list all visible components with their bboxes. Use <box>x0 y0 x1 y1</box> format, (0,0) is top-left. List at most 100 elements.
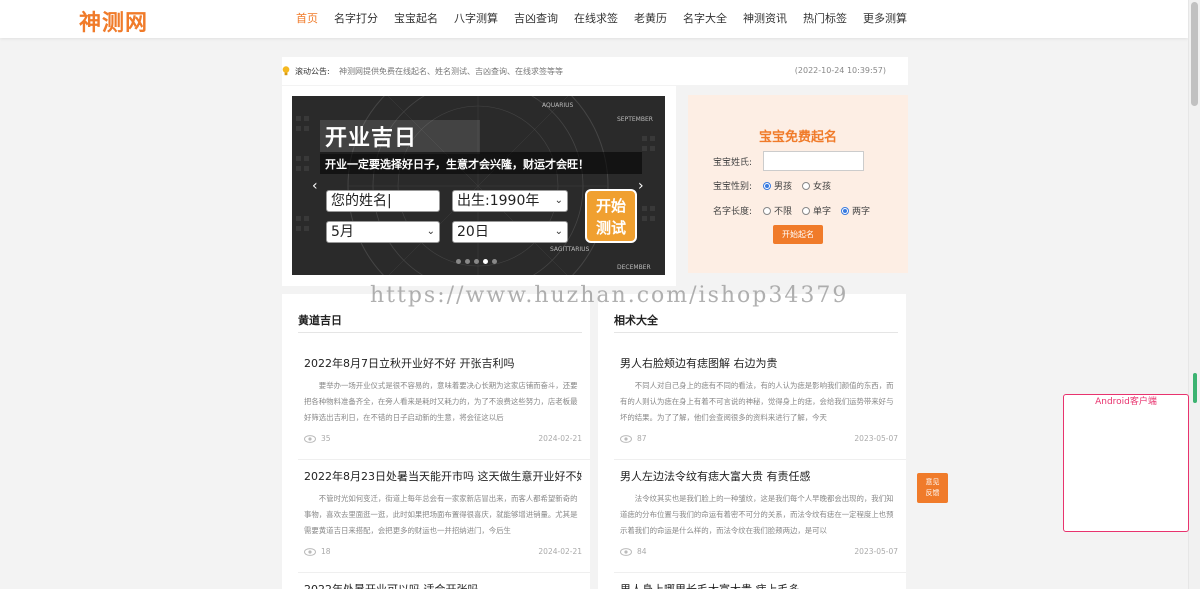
carousel-prev-icon[interactable]: ‹ <box>312 178 318 194</box>
article-item[interactable]: 男人右脸颊边有痣图解 右边为贵 不同人对自己身上的痣有不同的看法，有的人认为痣是… <box>614 355 906 460</box>
gender-radio-girl[interactable]: 女孩 <box>802 179 831 192</box>
surname-input[interactable] <box>763 151 864 171</box>
article-item[interactable]: 2022年8月23日处暑当天能开市吗 这天做生意开业好不好 不管时光如何变迁，街… <box>298 468 590 573</box>
view-count: 84 <box>637 547 647 556</box>
divider <box>614 332 898 333</box>
eye-icon <box>620 435 632 443</box>
start-naming-button[interactable]: 开始起名 <box>773 225 823 244</box>
form-title: 宝宝免费起名 <box>758 130 837 145</box>
watermark-text: https://www.huzhan.com/ishop34379 <box>370 283 849 308</box>
android-client-panel[interactable]: Android客户端 <box>1063 394 1189 532</box>
length-label: 名字长度: <box>713 207 753 217</box>
article-excerpt: 不同人对自己身上的痣有不同的看法，有的人认为痣是影响我们颜值的东西，而有的人则认… <box>620 381 894 422</box>
gender-option-label: 女孩 <box>813 182 832 192</box>
radio-icon <box>763 206 771 215</box>
announcement-bar: 滚动公告: 神测网提供免费在线起名、姓名测试、吉凶查询、在线求签等等 (2022… <box>282 57 908 85</box>
banner-title: 开业吉日 <box>325 126 418 151</box>
carousel-dots <box>456 259 497 264</box>
nav-item-online-lot[interactable]: 在线求签 <box>566 0 626 38</box>
length-option-label: 两字 <box>852 207 871 217</box>
article-meta: 35 2024-02-21 <box>304 434 582 446</box>
month-label: SAGITTARIUS <box>550 246 590 253</box>
baby-naming-form: 宝宝免费起名 宝宝姓氏: 宝宝性别: 男孩 女孩 名字长度: 不限 单字 两字 … <box>688 95 908 273</box>
gender-row: 宝宝性别: 男孩 女孩 <box>713 179 841 192</box>
page-scrollbar[interactable] <box>1188 0 1200 589</box>
article-title[interactable]: 2022年8月7日立秋开业好不好 开张吉利吗 <box>304 355 582 371</box>
divider <box>298 572 590 573</box>
nav-item-bazi[interactable]: 八字测算 <box>446 0 506 38</box>
banner-name-field[interactable]: 您的姓名| <box>326 190 440 212</box>
scrollbar-thumb[interactable] <box>1191 2 1198 106</box>
gender-option-label: 男孩 <box>774 182 793 192</box>
banner-birth-value: 出生:1990年 <box>457 193 540 209</box>
article-title[interactable]: 男人右脸颊边有痣图解 右边为贵 <box>620 355 898 371</box>
auspicious-days-panel: 黄道吉日 2022年8月7日立秋开业好不好 开张吉利吗 要举办一场开业仪式是很不… <box>282 294 590 589</box>
nav-item-more[interactable]: 更多测算 <box>855 0 915 38</box>
article-item[interactable]: 男人左边法令纹有痣大富大贵 有责任感 法令纹其实也是我们脸上的一种皱纹，这是我们… <box>614 468 906 573</box>
banner-carousel[interactable]: SEPTEMBER DECEMBER SAGITTARIUS AQUARIUS … <box>292 96 665 275</box>
nav-item-baby-naming[interactable]: 宝宝起名 <box>386 0 446 38</box>
nav-item-news[interactable]: 神测资讯 <box>735 0 795 38</box>
article-title[interactable]: 男人左边法令纹有痣大富大贵 有责任感 <box>620 468 898 484</box>
banner-day-select[interactable]: 20日 ⌄ <box>452 221 568 243</box>
nav-item-name-score[interactable]: 名字打分 <box>326 0 386 38</box>
article-item[interactable]: 2022年8月7日立秋开业好不好 开张吉利吗 要举办一场开业仪式是很不容易的，意… <box>298 355 590 460</box>
month-label: DECEMBER <box>617 264 651 271</box>
gender-label: 宝宝性别: <box>713 182 753 192</box>
eye-icon <box>304 435 316 443</box>
length-option-label: 单字 <box>813 207 832 217</box>
divider <box>298 459 590 460</box>
carousel-dot[interactable] <box>465 259 470 264</box>
carousel-dot[interactable] <box>483 259 488 264</box>
article-meta: 84 2023-05-07 <box>620 547 898 559</box>
article-date: 2023-05-07 <box>854 547 898 556</box>
surname-label: 宝宝姓氏: <box>713 157 753 168</box>
article-title[interactable]: 2022年8月23日处暑当天能开市吗 这天做生意开业好不好 <box>304 468 582 484</box>
chevron-down-icon: ⌄ <box>426 226 435 237</box>
article-date: 2023-05-07 <box>854 434 898 443</box>
article-meta: 18 2024-02-21 <box>304 547 582 559</box>
radio-icon <box>802 181 811 190</box>
length-option-label: 不限 <box>774 207 793 217</box>
site-logo[interactable]: 神测网 <box>79 5 148 37</box>
banner-month-select[interactable]: 5月 ⌄ <box>326 221 440 243</box>
banner-container: SEPTEMBER DECEMBER SAGITTARIUS AQUARIUS … <box>282 86 676 286</box>
carousel-dot[interactable] <box>474 259 479 264</box>
gender-radio-boy[interactable]: 男孩 <box>763 179 792 192</box>
length-radio-single[interactable]: 单字 <box>802 204 831 217</box>
banner-subtitle: 开业一定要选择好日子，生意才会兴隆，财运才会旺！ <box>325 158 589 171</box>
radio-icon <box>763 181 771 190</box>
feedback-label-line2: 反馈 <box>925 489 940 497</box>
nav-item-home[interactable]: 首页 <box>288 0 326 38</box>
article-excerpt: 要举办一场开业仪式是很不容易的，意味着要决心长期为这家店铺而奋斗，还要把各种物料… <box>304 381 578 422</box>
length-radio-double[interactable]: 两字 <box>841 204 870 217</box>
feedback-button[interactable]: 意见 反馈 <box>917 473 948 503</box>
nav-item-almanac[interactable]: 老黄历 <box>626 0 675 38</box>
android-client-label[interactable]: Android客户端 <box>1064 394 1188 407</box>
announcement-time: (2022-10-24 10:39:57) <box>794 66 886 75</box>
nav-item-fortune-query[interactable]: 吉凶查询 <box>506 0 566 38</box>
view-count: 18 <box>321 547 331 556</box>
article-title[interactable]: 2022年处暑开业可以吗 适合开张吗 <box>304 581 582 589</box>
carousel-dot[interactable] <box>492 259 497 264</box>
site-header: 神测网 首页 名字打分 宝宝起名 八字测算 吉凶查询 在线求签 老黄历 名字大全… <box>0 0 1188 38</box>
nav-item-hot-tags[interactable]: 热门标签 <box>795 0 855 38</box>
carousel-dot[interactable] <box>456 259 461 264</box>
banner-birth-year-select[interactable]: 出生:1990年 ⌄ <box>452 190 568 212</box>
panel-heading: 黄道吉日 <box>298 314 342 327</box>
banner-start-button[interactable]: 开始测试 <box>585 189 637 243</box>
announcement-text[interactable]: 神测网提供免费在线起名、姓名测试、吉凶查询、在线求签等等 <box>339 66 563 77</box>
banner-start-label: 开始测试 <box>595 197 626 237</box>
side-indicator <box>1193 373 1197 403</box>
divider <box>614 572 906 573</box>
article-title[interactable]: 男人身上哪里长毛大富大贵 痣上毛多 <box>620 581 898 589</box>
nav-item-name-list[interactable]: 名字大全 <box>675 0 735 38</box>
chevron-down-icon: ⌄ <box>554 226 563 237</box>
article-excerpt: 不管时光如何变迁，街道上每年总会有一家家新店冒出来，而客人都希望新奇的事物，喜欢… <box>304 494 578 535</box>
lightbulb-icon <box>282 66 290 76</box>
length-radio-any[interactable]: 不限 <box>763 204 792 217</box>
article-item[interactable]: 2022年处暑开业可以吗 适合开张吗 <box>304 581 582 589</box>
radio-icon <box>841 206 850 215</box>
article-item[interactable]: 男人身上哪里长毛大富大贵 痣上毛多 <box>620 581 898 589</box>
carousel-next-icon[interactable]: › <box>638 178 644 194</box>
